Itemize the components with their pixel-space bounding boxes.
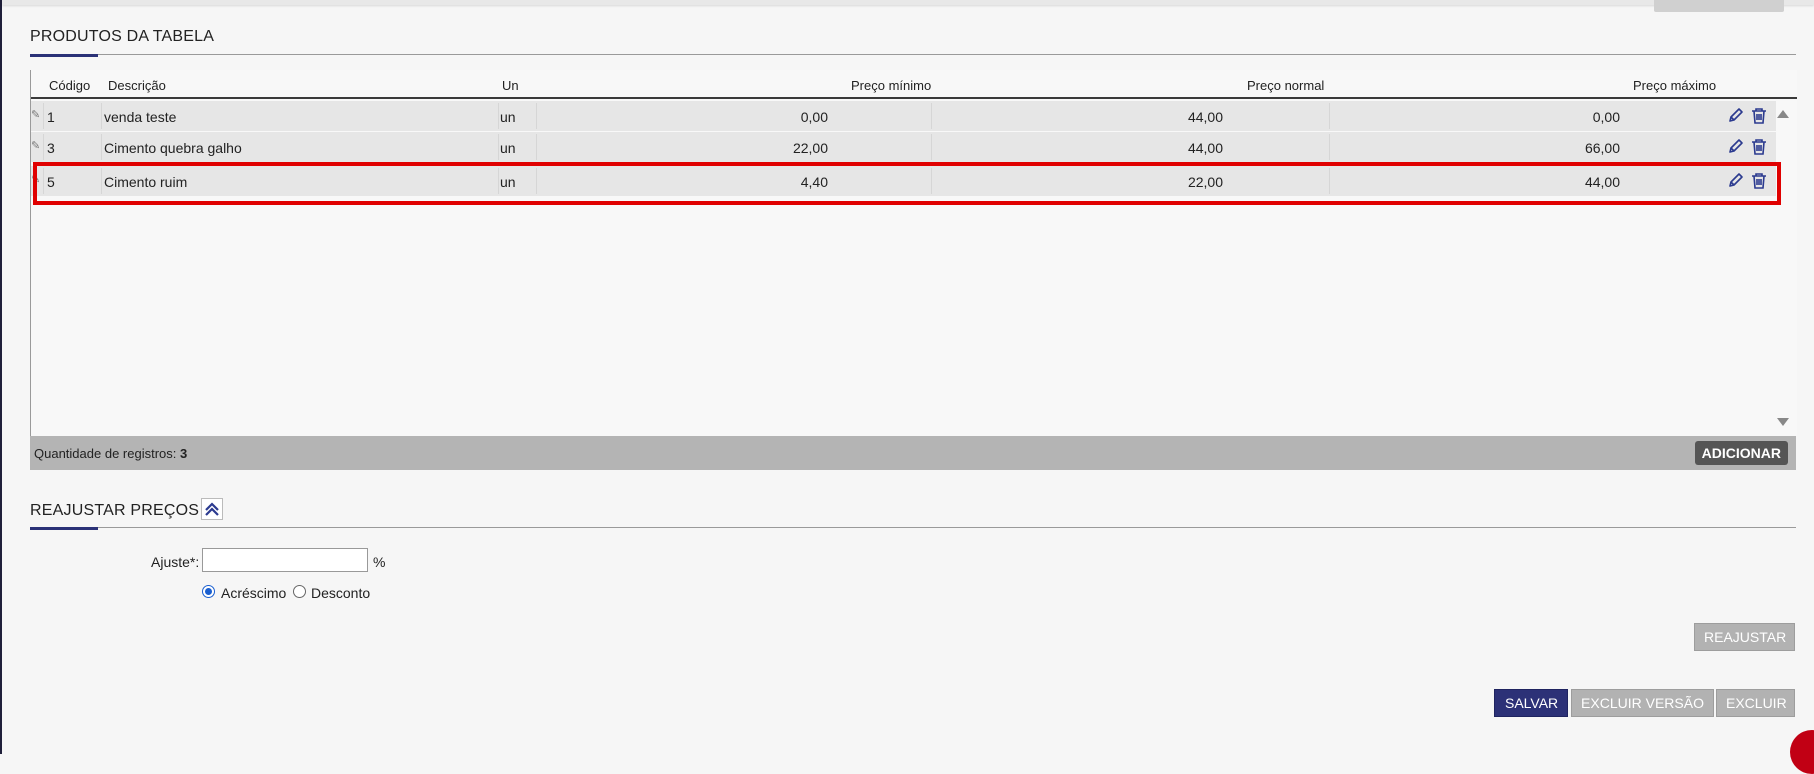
acrescimo-radio[interactable] (202, 585, 215, 598)
cell-preco-maximo: 66,00 (1584, 140, 1620, 156)
cell-descricao: Cimento quebra galho (104, 140, 242, 156)
reajuste-section-title: REAJUSTAR PREÇOS (30, 502, 200, 519)
cell-preco-minimo: 22,00 (792, 140, 828, 156)
percent-sign: % (373, 554, 386, 570)
cell-un: un (500, 140, 516, 156)
cell-codigo: 1 (47, 109, 55, 125)
corner-decoration (1790, 730, 1814, 774)
col-preco-maximo[interactable]: Preço máximo (1633, 78, 1716, 93)
scroll-down-arrow-icon[interactable] (1777, 418, 1789, 426)
top-button-partial[interactable] (1654, 0, 1784, 12)
record-count-value: 3 (180, 446, 188, 461)
col-codigo[interactable]: Código (49, 78, 90, 93)
row-edit-indicator-icon: ✎ (31, 140, 41, 152)
table-row[interactable]: ✎ 3 Cimento quebra galho un 22,00 44,00 … (31, 132, 1776, 163)
cell-un: un (500, 109, 516, 125)
products-section-title: PRODUTOS DA TABELA (30, 28, 215, 45)
grid-header: Código Descrição Un Preço mínimo Preço n… (31, 70, 1797, 99)
cell-codigo: 3 (47, 140, 55, 156)
cell-preco-normal: 44,00 (1187, 140, 1223, 156)
cell-preco-maximo: 0,00 (1592, 109, 1620, 125)
left-edge (0, 0, 2, 754)
edit-pencil-icon[interactable] (1727, 107, 1745, 125)
reajuste-section-divider (30, 527, 1796, 528)
table-row[interactable]: ✎ 1 venda teste un 0,00 44,00 0,00 (31, 101, 1776, 132)
cell-preco-minimo: 0,00 (800, 109, 828, 125)
reajuste-section-accent (30, 527, 98, 530)
grid-footer: Quantidade de registros: 3 ADICIONAR (30, 436, 1796, 470)
products-grid: Código Descrição Un Preço mínimo Preço n… (30, 70, 1797, 436)
add-button[interactable]: ADICIONAR (1694, 441, 1788, 465)
row-highlight-box (33, 162, 1781, 205)
record-count: Quantidade de registros: 3 (34, 446, 187, 461)
trash-icon[interactable] (1750, 138, 1768, 156)
col-preco-normal[interactable]: Preço normal (1247, 78, 1324, 93)
edit-pencil-icon[interactable] (1727, 138, 1745, 156)
products-section-accent (30, 54, 98, 57)
cell-preco-normal: 44,00 (1187, 109, 1223, 125)
desconto-radio[interactable] (293, 585, 306, 598)
delete-button[interactable]: EXCLUIR (1716, 689, 1795, 717)
cell-descricao: venda teste (104, 109, 177, 125)
desconto-label[interactable]: Desconto (311, 585, 370, 601)
col-preco-minimo[interactable]: Preço mínimo (851, 78, 931, 93)
ajuste-label: Ajuste*: (151, 554, 200, 570)
col-un[interactable]: Un (502, 78, 519, 93)
record-count-label: Quantidade de registros: (34, 446, 177, 461)
ajuste-input[interactable] (202, 548, 368, 572)
delete-version-button[interactable]: EXCLUIR VERSÃO (1571, 689, 1714, 717)
reajustar-button[interactable]: REAJUSTAR (1694, 623, 1795, 651)
collapse-chevrons-up-icon[interactable] (201, 498, 223, 520)
trash-icon[interactable] (1750, 107, 1768, 125)
col-descricao[interactable]: Descrição (108, 78, 166, 93)
row-edit-indicator-icon: ✎ (31, 109, 41, 121)
scroll-up-arrow-icon[interactable] (1777, 110, 1789, 118)
acrescimo-label[interactable]: Acréscimo (221, 585, 286, 601)
top-bar (2, 0, 1814, 5)
save-button[interactable]: SALVAR (1494, 689, 1568, 717)
products-section-divider (30, 54, 1796, 55)
